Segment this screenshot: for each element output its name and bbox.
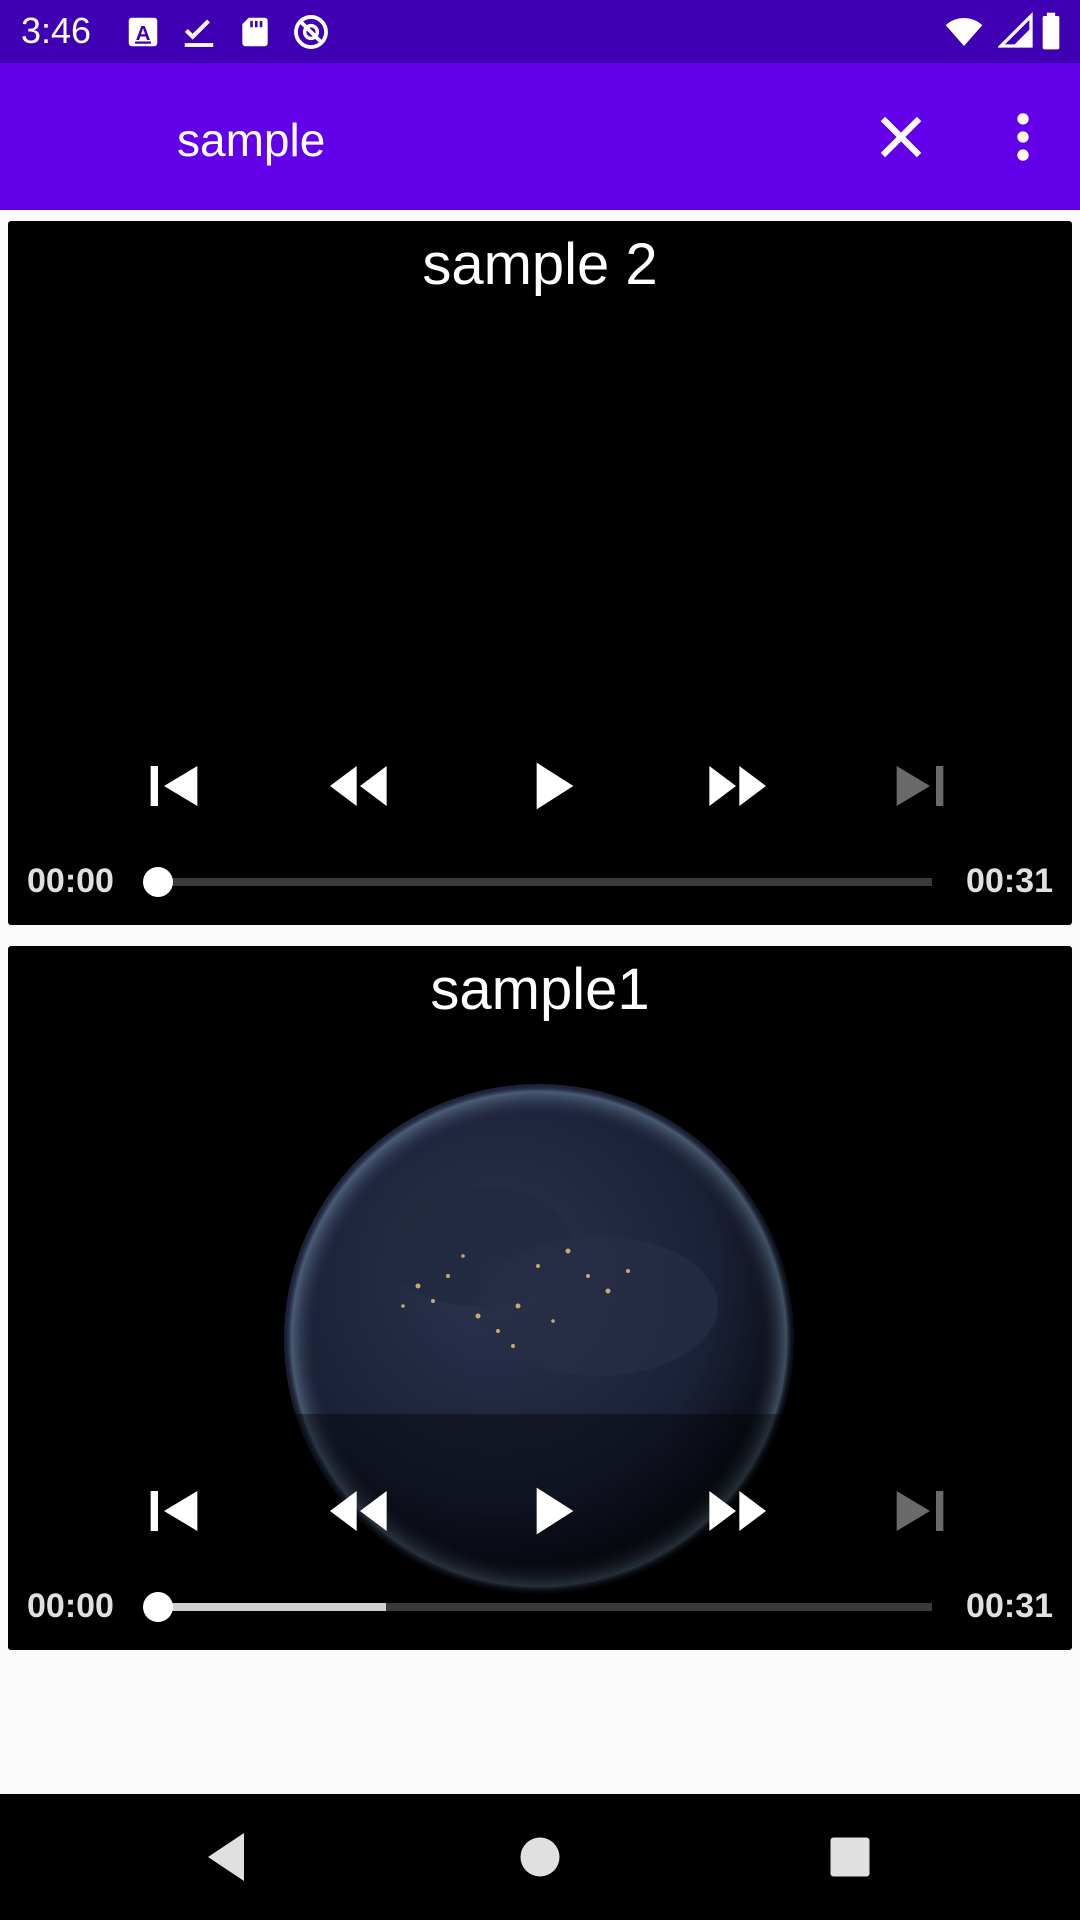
play-button[interactable] (510, 1471, 590, 1551)
time-position: 00:00 (27, 862, 114, 900)
playback-controls: 00:00 00:31 (8, 221, 1072, 925)
status-bar: 3:46 A (0, 0, 1080, 63)
play-icon (536, 1487, 574, 1535)
signal-icon (997, 11, 1034, 49)
close-button[interactable] (870, 106, 932, 168)
close-icon (880, 116, 922, 158)
recents-icon (830, 1837, 870, 1877)
more-vert-icon (1017, 113, 1029, 161)
next-icon (896, 1491, 944, 1531)
sd-card-icon (236, 13, 274, 51)
seek-bar[interactable] (152, 1603, 932, 1611)
rewind-icon (330, 766, 387, 806)
blocked-at-icon (292, 13, 330, 51)
svg-text:A: A (136, 22, 151, 45)
status-time: 3:46 (21, 10, 92, 51)
video-player[interactable]: sample 2 00:00 00:31 (8, 221, 1072, 925)
battery-icon (1040, 11, 1062, 50)
app-bar: sample (0, 63, 1080, 210)
recents-button[interactable] (814, 1821, 886, 1893)
seek-bar[interactable] (152, 878, 932, 886)
video-player[interactable]: sample1 00:00 00:31 (8, 946, 1072, 1650)
app-title: sample (177, 114, 326, 166)
play-button[interactable] (510, 746, 590, 826)
rewind-button[interactable] (320, 1471, 400, 1551)
wifi-icon (942, 11, 986, 49)
home-icon (520, 1837, 560, 1877)
next-button[interactable] (880, 746, 960, 826)
next-button[interactable] (880, 1471, 960, 1551)
fast-forward-icon (709, 766, 766, 806)
more-options-button[interactable] (1000, 106, 1046, 168)
play-icon (536, 762, 574, 810)
seek-thumb[interactable] (143, 1592, 173, 1622)
previous-button[interactable] (134, 746, 214, 826)
navigation-bar (0, 1794, 1080, 1920)
time-duration: 00:31 (966, 862, 1053, 900)
rewind-button[interactable] (320, 746, 400, 826)
time-duration: 00:31 (966, 1587, 1053, 1625)
playback-controls: 00:00 00:31 (8, 946, 1072, 1650)
previous-button[interactable] (134, 1471, 214, 1551)
rewind-icon (330, 1491, 387, 1531)
task-check-icon (180, 13, 218, 51)
previous-icon (150, 1491, 198, 1531)
seek-buffer (152, 1603, 386, 1611)
back-icon (208, 1833, 244, 1881)
font-a-icon: A (124, 13, 162, 51)
seek-thumb[interactable] (143, 867, 173, 897)
previous-icon (150, 766, 198, 806)
home-button[interactable] (504, 1821, 576, 1893)
next-icon (896, 766, 944, 806)
fast-forward-icon (709, 1491, 766, 1531)
fast-forward-button[interactable] (696, 1471, 776, 1551)
fast-forward-button[interactable] (696, 746, 776, 826)
back-button[interactable] (190, 1821, 262, 1893)
time-position: 00:00 (27, 1587, 114, 1625)
